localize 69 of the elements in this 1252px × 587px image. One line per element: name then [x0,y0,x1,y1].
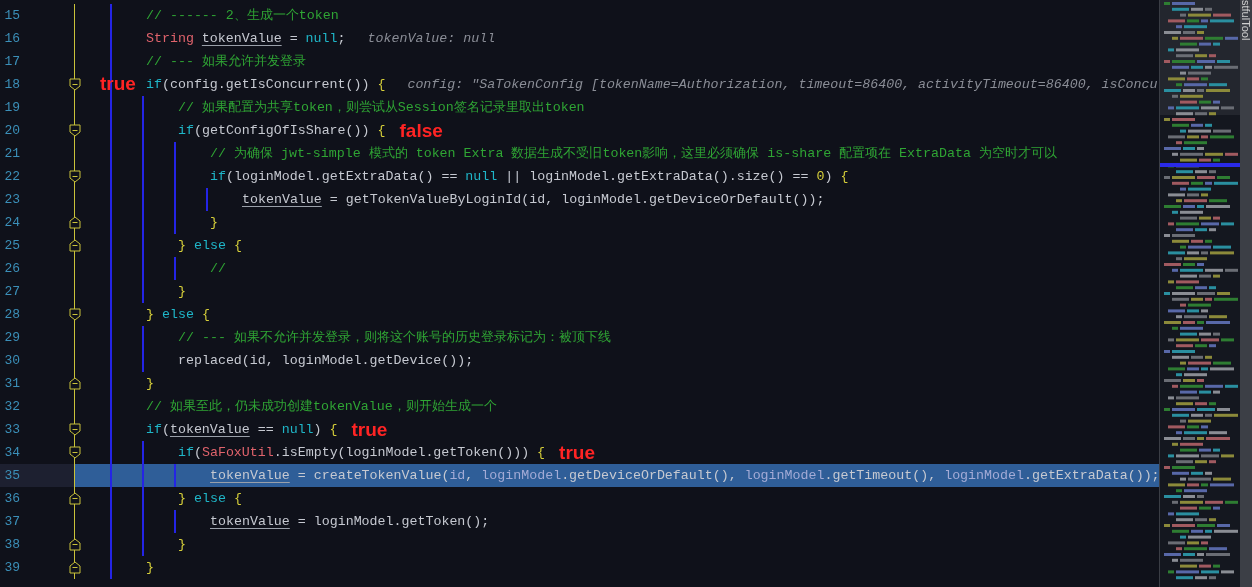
code-line: } [178,282,186,301]
code-line: // ------ 2、生成一个token [146,6,339,25]
fold-end-icon[interactable] [69,216,81,229]
code-line: if(tokenValue == null) { [146,420,338,439]
code-line: replaced(id, loginModel.getDevice()); [178,351,474,370]
line-number: 32 [3,398,20,416]
fold-collapse-icon[interactable] [69,308,81,321]
fold-collapse-icon[interactable] [69,446,81,459]
line-number: 15 [3,7,20,25]
annotation-label: true [559,441,595,464]
code-line: if(SaFoxUtil.isEmpty(loginModel.getToken())) { [178,443,546,462]
fold-collapse-icon[interactable] [69,78,81,91]
line-number: 17 [3,53,20,71]
fold-end-icon[interactable] [69,239,81,252]
tool-window-tab[interactable]: stfulTool [1237,0,1252,41]
code-line: tokenValue = createTokenValue(id, loginModel.getDeviceOrDefault(), loginModel.getTimeout(), loginModel.getExtraData()); [210,466,1159,485]
inline-hint: tokenValue: null [367,29,496,48]
code-line: // 如果至此，仍未成功创建tokenValue，则开始生成一个 [146,397,497,416]
line-number: 25 [3,237,20,255]
line-number: 21 [3,145,20,163]
fold-end-icon[interactable] [69,492,81,505]
line-number: 38 [3,536,20,554]
code-line: String tokenValue = null; [146,29,346,48]
code-line: if(getConfigOfIsShare()) { [178,121,386,140]
code-line: if(config.getIsConcurrent()) { [146,75,386,94]
code-line: // --- 如果允许并发登录 [146,52,306,71]
annotation-label: false [399,119,443,142]
code-line: if(loginModel.getExtraData() == null || loginModel.getExtraData().size() == 0) { [210,167,849,186]
fold-end-icon[interactable] [69,561,81,574]
fold-collapse-icon[interactable] [69,170,81,183]
code-line: tokenValue = getTokenValueByLoginId(id, loginModel.getDeviceOrDefault()); [242,190,825,209]
line-number: 35 [3,467,20,485]
line-number: 29 [3,329,20,347]
code-line: } [146,558,154,577]
code-line: // --- 如果不允许并发登录，则将这个账号的历史登录标记为：被顶下线 [178,328,611,347]
line-number: 16 [3,30,20,48]
line-number: 19 [3,99,20,117]
code-line: } else { [146,305,210,324]
code-line: } [146,374,154,393]
line-number: 24 [3,214,20,232]
code-line: } [210,213,218,232]
code-line: tokenValue = loginModel.getToken(); [210,512,490,531]
line-number: 31 [3,375,20,393]
code-line: } [178,535,186,554]
line-number: 20 [3,122,20,140]
fold-collapse-icon[interactable] [69,423,81,436]
line-number: 27 [3,283,20,301]
line-number: 18 [3,76,20,94]
line-number: 36 [3,490,20,508]
minimap-drawing[interactable] [1160,0,1240,587]
code-line: } else { [178,489,242,508]
line-number: 23 [3,191,20,209]
line-number: 28 [3,306,20,324]
line-number: 37 [3,513,20,531]
fold-end-icon[interactable] [69,538,81,551]
fold-end-icon[interactable] [69,377,81,390]
line-number: 34 [3,444,20,462]
line-number: 33 [3,421,20,439]
line-number: 26 [3,260,20,278]
fold-collapse-icon[interactable] [69,124,81,137]
code-line: // 如果配置为共享token，则尝试从Session签名记录里取出token [178,98,585,117]
line-number: 22 [3,168,20,186]
code-line: // [210,259,226,278]
inline-hint: config: "SaTokenConfig [tokenName=Authorization, timeout=86400, activityTimeout=86400, isConcu [407,75,1158,94]
annotation-label: true [351,418,388,441]
code-line: // 为确保 jwt-simple 模式的 token Extra 数据生成不受旧token影响，这里必须确保 is-share 配置项在 ExtraData 为空时才可以 [210,144,1057,163]
code-line: } else { [178,236,242,255]
line-number: 30 [3,352,20,370]
line-number: 39 [3,559,20,577]
